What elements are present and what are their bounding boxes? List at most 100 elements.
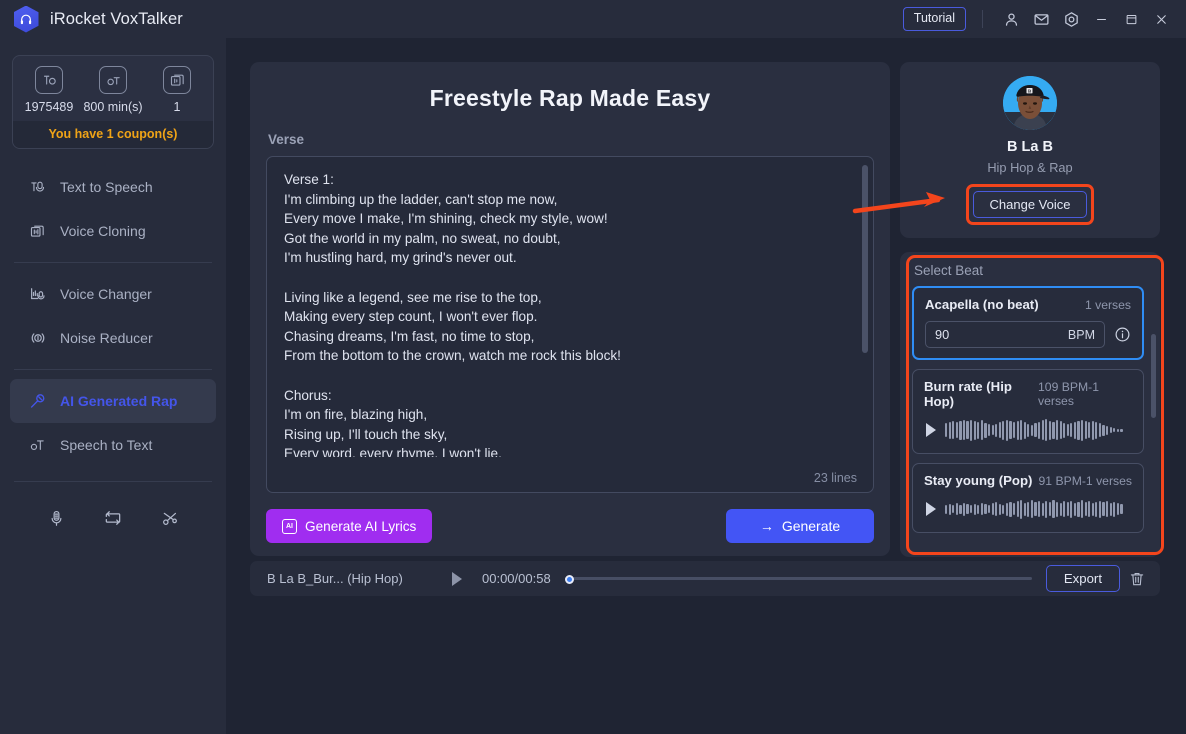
bpm-unit: BPM xyxy=(1067,327,1095,342)
waveform[interactable] xyxy=(945,496,1132,522)
beat-name: Acapella (no beat) xyxy=(925,297,1039,312)
beat-name: Burn rate (Hip Hop) xyxy=(924,379,1012,409)
sidebar-tools xyxy=(28,498,198,538)
credits-card: 1975489 800 min(s) 1 You have 1 coupon(s… xyxy=(12,55,214,149)
voice-name: B La B xyxy=(1007,139,1053,155)
player-bar: B La B_Bur... (Hip Hop) 00:00/00:58 Expo… xyxy=(250,561,1160,596)
credit-clones: 1 xyxy=(145,66,209,114)
sidebar-item-voice-cloning[interactable]: Voice Cloning xyxy=(10,209,216,253)
converter-icon[interactable] xyxy=(98,503,128,533)
bpm-input[interactable]: 90 BPM xyxy=(925,321,1105,348)
mail-icon[interactable] xyxy=(1026,4,1056,34)
divider xyxy=(982,10,983,28)
maximize-icon[interactable] xyxy=(1116,4,1146,34)
beat-meta: 1 verses xyxy=(1084,298,1131,312)
beat-meta: 91 BPM-1 verses xyxy=(1038,474,1132,488)
beat-preview-row xyxy=(924,496,1132,522)
sidebar-item-label: Voice Cloning xyxy=(60,223,146,239)
trash-icon[interactable] xyxy=(1120,570,1154,588)
voice-cloning-icon xyxy=(28,222,47,241)
player-track-name: B La B_Bur... (Hip Hop) xyxy=(267,571,403,586)
rap-editor-card: Freestyle Rap Made Easy Verse Verse 1: I… xyxy=(250,62,890,556)
title-bar: iRocket VoxTalker Tutorial xyxy=(0,0,1186,38)
beat-item-header: Burn rate (Hip Hop) 109 BPM-1 verses xyxy=(924,379,1132,409)
noise-reducer-icon xyxy=(28,329,47,348)
beat-scrollbar-thumb[interactable] xyxy=(1151,334,1156,418)
sidebar-item-noise-reducer[interactable]: Noise Reducer xyxy=(10,316,216,360)
player-play-icon[interactable] xyxy=(452,571,462,586)
generate-ai-lyrics-label: Generate AI Lyrics xyxy=(305,518,417,534)
select-beat-header: Select Beat xyxy=(914,263,984,278)
beat-item-burn-rate[interactable]: Burn rate (Hip Hop) 109 BPM-1 verses xyxy=(912,369,1144,454)
page-title: Freestyle Rap Made Easy xyxy=(429,85,711,111)
bpm-value: 90 xyxy=(935,327,950,342)
beat-item-header: Stay young (Pop) 91 BPM-1 verses xyxy=(924,473,1132,488)
lyrics-text[interactable]: Verse 1: I'm climbing up the ladder, can… xyxy=(267,157,873,457)
nav-divider xyxy=(14,262,212,263)
credit-minutes: 800 min(s) xyxy=(81,66,145,114)
account-icon[interactable] xyxy=(996,4,1026,34)
sidebar-item-text-to-speech[interactable]: Text to Speech xyxy=(10,165,216,209)
beat-preview-row xyxy=(924,417,1132,443)
app-window: iRocket VoxTalker Tutorial 1975489 800 m… xyxy=(0,0,1186,734)
generate-button[interactable]: → Generate xyxy=(726,509,874,543)
credits-row: 1975489 800 min(s) 1 xyxy=(13,56,213,121)
minimize-icon[interactable] xyxy=(1086,4,1116,34)
app-logo xyxy=(13,5,39,33)
bpm-row: 90 BPM xyxy=(925,321,1131,348)
nav-divider xyxy=(14,369,212,370)
generate-ai-lyrics-button[interactable]: AI Generate AI Lyrics xyxy=(266,509,433,543)
speech-to-text-icon xyxy=(28,436,47,455)
avatar: B xyxy=(1003,76,1057,130)
sidebar-item-label: Speech to Text xyxy=(60,437,153,453)
info-icon[interactable] xyxy=(1114,326,1131,343)
sidebar-item-label: Noise Reducer xyxy=(60,330,153,346)
export-button[interactable]: Export xyxy=(1045,565,1120,592)
coupon-banner[interactable]: You have 1 coupon(s) xyxy=(13,121,213,148)
beat-item-header: Acapella (no beat) 1 verses xyxy=(925,297,1131,312)
sidebar-item-speech-to-text[interactable]: Speech to Text xyxy=(10,423,216,467)
cutter-icon[interactable] xyxy=(155,503,185,533)
lyrics-scrollbar-thumb[interactable] xyxy=(862,165,868,353)
sidebar-item-label: Text to Speech xyxy=(60,179,153,195)
credit-value: 1975489 xyxy=(24,100,74,114)
minutes-icon xyxy=(99,66,127,94)
voice-genre: Hip Hop & Rap xyxy=(987,160,1073,175)
beat-list: Acapella (no beat) 1 verses 90 BPM Burn … xyxy=(900,286,1160,544)
app-title: iRocket VoxTalker xyxy=(50,9,183,28)
recorder-icon[interactable] xyxy=(41,503,71,533)
settings-icon[interactable] xyxy=(1056,4,1086,34)
text-to-speech-icon xyxy=(28,178,47,197)
arrow-right-icon: → xyxy=(759,518,774,534)
play-icon[interactable] xyxy=(926,502,936,516)
player-seek-bar[interactable] xyxy=(564,572,1032,586)
nav-divider xyxy=(14,481,212,482)
credit-characters: 1975489 xyxy=(17,66,81,114)
ai-rap-icon xyxy=(28,392,47,411)
editor-actions: AI Generate AI Lyrics → Generate xyxy=(266,509,874,543)
title-bar-controls: Tutorial xyxy=(902,0,1186,38)
sidebar-item-voice-changer[interactable]: Voice Changer xyxy=(10,272,216,316)
beat-meta: 109 BPM-1 verses xyxy=(1038,380,1099,408)
tutorial-button[interactable]: Tutorial xyxy=(902,7,966,31)
seek-track xyxy=(564,577,1032,580)
lyrics-editor[interactable]: Verse 1: I'm climbing up the ladder, can… xyxy=(266,156,874,493)
clone-icon xyxy=(163,66,191,94)
sidebar-item-ai-generated-rap[interactable]: AI Generated Rap xyxy=(10,379,216,423)
change-voice-button[interactable]: Change Voice xyxy=(972,191,1088,218)
lines-count: 23 lines xyxy=(813,471,857,485)
play-icon[interactable] xyxy=(926,423,936,437)
beat-name: Stay young (Pop) xyxy=(924,473,1033,488)
ai-badge-icon: AI xyxy=(282,518,297,534)
credit-value: 800 min(s) xyxy=(83,100,143,114)
beat-item-acapella[interactable]: Acapella (no beat) 1 verses 90 BPM xyxy=(912,286,1144,360)
characters-icon xyxy=(35,66,63,94)
beat-item-stay-young[interactable]: Stay young (Pop) 91 BPM-1 verses xyxy=(912,463,1144,533)
generate-label: Generate xyxy=(781,518,841,534)
waveform[interactable] xyxy=(945,417,1132,443)
avatar-image: B xyxy=(1003,76,1057,130)
seek-knob[interactable] xyxy=(564,574,574,584)
sidebar-item-label: AI Generated Rap xyxy=(60,393,178,409)
voice-changer-icon xyxy=(28,285,47,304)
close-icon[interactable] xyxy=(1146,4,1176,34)
